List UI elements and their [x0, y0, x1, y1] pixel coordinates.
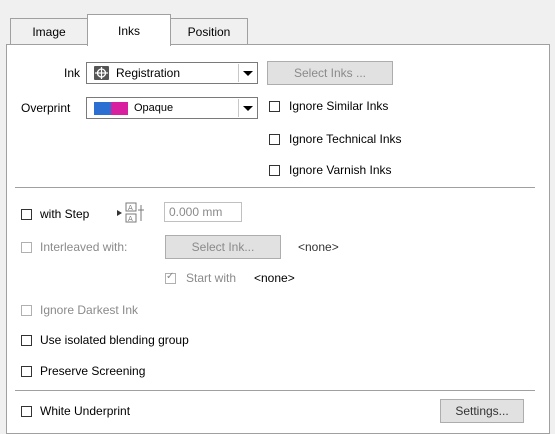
start-with-value: <none>: [254, 271, 295, 285]
interleaved-with-checkbox[interactable]: [21, 242, 32, 253]
select-inks-button[interactable]: Select Inks ...: [267, 61, 393, 85]
step-direction-icon[interactable]: A A: [117, 201, 161, 225]
preserve-screening-checkbox[interactable]: [21, 366, 32, 377]
svg-text:A: A: [128, 215, 133, 223]
separator: [15, 187, 535, 188]
white-underprint-label: White Underprint: [40, 404, 131, 418]
opaque-swatch-icon: [94, 102, 128, 115]
chevron-down-icon[interactable]: [238, 64, 256, 82]
ink-select-value: Registration: [116, 66, 181, 80]
tab-image-label: Image: [32, 25, 66, 39]
preserve-screening-label: Preserve Screening: [40, 364, 146, 378]
with-step-checkbox[interactable]: [21, 209, 32, 220]
ignore-darkest-ink-checkbox[interactable]: [21, 305, 32, 316]
overprint-label: Overprint: [21, 101, 71, 115]
tab-position[interactable]: Position: [170, 18, 248, 44]
ignore-similar-inks-checkbox[interactable]: [269, 101, 280, 112]
svg-text:A: A: [128, 204, 133, 212]
chevron-down-icon[interactable]: [238, 99, 256, 117]
start-with-label: Start with: [186, 271, 237, 285]
ignore-similar-inks-label: Ignore Similar Inks: [289, 99, 389, 113]
ink-label: Ink: [64, 66, 81, 80]
tab-image[interactable]: Image: [10, 18, 88, 44]
overprint-select-value: Opaque: [134, 102, 174, 114]
isolated-blending-checkbox[interactable]: [21, 335, 32, 346]
interleaved-value: <none>: [298, 240, 339, 254]
registration-icon: [94, 66, 109, 80]
ink-select[interactable]: Registration: [86, 62, 258, 84]
tab-inks[interactable]: Inks: [87, 14, 171, 46]
with-step-label: with Step: [40, 207, 90, 221]
ignore-varnish-inks-checkbox[interactable]: [269, 165, 280, 176]
interleaved-with-label: Interleaved with:: [40, 240, 128, 254]
ignore-varnish-inks-label: Ignore Varnish Inks: [289, 163, 392, 177]
settings-button[interactable]: Settings...: [440, 399, 524, 423]
step-value-input[interactable]: 0.000 mm: [164, 202, 242, 222]
tab-inks-label: Inks: [117, 24, 140, 38]
start-with-checkbox[interactable]: [165, 271, 176, 284]
ignore-darkest-ink-label: Ignore Darkest Ink: [40, 303, 139, 317]
ignore-technical-inks-label: Ignore Technical Inks: [289, 132, 402, 146]
ignore-technical-inks-checkbox[interactable]: [269, 134, 280, 145]
isolated-blending-label: Use isolated blending group: [40, 333, 189, 347]
select-ink-button[interactable]: Select Ink...: [165, 235, 281, 259]
overprint-select[interactable]: Opaque: [86, 97, 258, 119]
white-underprint-checkbox[interactable]: [21, 406, 32, 417]
tab-position-label: Position: [187, 25, 231, 39]
separator: [15, 390, 535, 391]
